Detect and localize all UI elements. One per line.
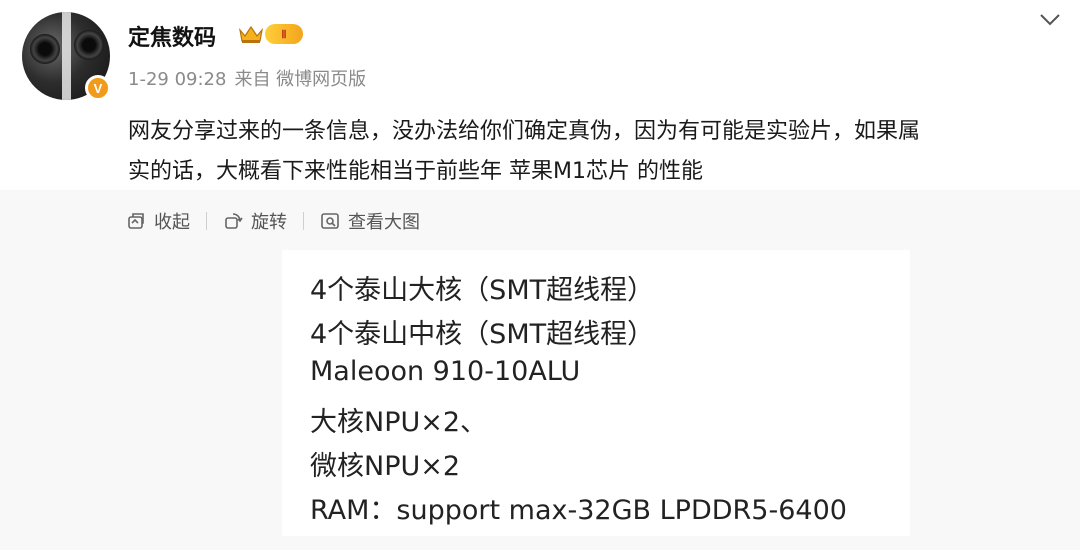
collapse-label: 收起 bbox=[154, 212, 190, 233]
verified-v-icon: V bbox=[85, 75, 111, 101]
chevron-down-icon[interactable] bbox=[1038, 12, 1062, 28]
media-actions: 收起 旋转 查看大图 bbox=[126, 208, 420, 234]
divider bbox=[206, 212, 207, 230]
vip-level: Ⅱ bbox=[265, 24, 303, 44]
weibo-post: V 定焦数码 Ⅱ 1-29 09:28 来自 微博网页版 网友分享过来的一条信息，… bbox=[0, 0, 1080, 550]
post-text: 网友分享过来的一条信息，没办法给你们确定真伪，因为有可能是实验片，如果属 实的话… bbox=[128, 112, 1068, 192]
post-text-line: 实的话，大概看下来性能相当于前些年 苹果M1芯片 的性能 bbox=[128, 159, 703, 184]
view-large-icon bbox=[321, 213, 339, 229]
post-source: 来自 微博网页版 bbox=[234, 69, 367, 90]
image-text-line: Maleoon 910-10ALU bbox=[310, 356, 581, 387]
collapse-button[interactable]: 收起 bbox=[126, 208, 190, 234]
view-large-button[interactable]: 查看大图 bbox=[320, 208, 420, 234]
author-name[interactable]: 定焦数码 bbox=[128, 20, 216, 52]
vip-crown-icon bbox=[239, 25, 263, 43]
rotate-button[interactable]: 旋转 bbox=[223, 208, 287, 234]
divider bbox=[303, 212, 304, 230]
post-date[interactable]: 1-29 09:28 bbox=[128, 69, 226, 90]
view-large-label: 查看大图 bbox=[348, 212, 420, 233]
image-text-line: 微核NPU×2 bbox=[310, 451, 461, 482]
image-text-line: 大核NPU×2、 bbox=[310, 407, 488, 438]
vip-badge[interactable]: Ⅱ bbox=[238, 24, 303, 44]
collapse-icon bbox=[128, 213, 144, 229]
image-text-line: RAM：support max-32GB LPDDR5-6400 bbox=[310, 495, 847, 526]
image-text-line: 4个泰山大核（SMT超线程） bbox=[310, 275, 655, 306]
post-meta: 1-29 09:28 来自 微博网页版 bbox=[128, 65, 374, 91]
post-text-line: 网友分享过来的一条信息，没办法给你们确定真伪，因为有可能是实验片，如果属 bbox=[128, 119, 921, 144]
rotate-label: 旋转 bbox=[251, 212, 287, 233]
rotate-icon bbox=[225, 213, 243, 229]
image-text-line: 4个泰山中核（SMT超线程） bbox=[310, 319, 655, 350]
